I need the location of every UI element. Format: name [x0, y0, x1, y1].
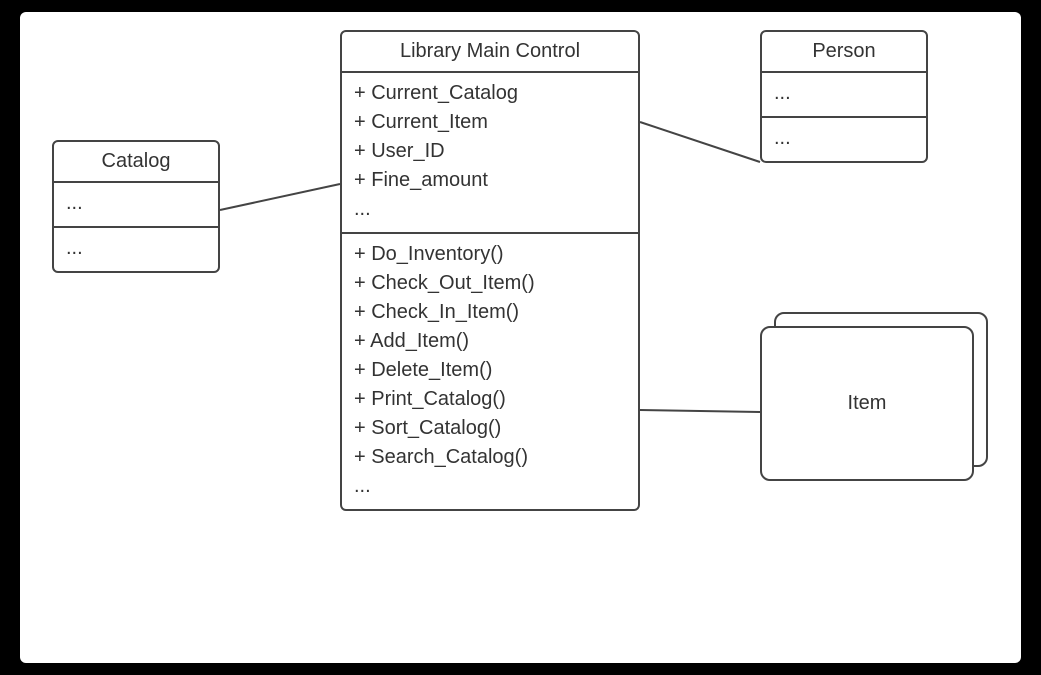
- operations-section: + Do_Inventory() + Check_Out_Item() + Ch…: [342, 232, 638, 509]
- class-catalog: Catalog ... ...: [52, 140, 220, 273]
- operation-ellipsis: ...: [354, 472, 626, 501]
- operation: + Sort_Catalog(): [354, 414, 626, 443]
- attribute-ellipsis: ...: [66, 189, 206, 218]
- assoc-main-item: [640, 410, 760, 412]
- attributes-section: ...: [762, 73, 926, 116]
- attribute: + Fine_amount: [354, 166, 626, 195]
- class-title: Library Main Control: [342, 32, 638, 73]
- class-item: Item: [760, 326, 974, 481]
- operations-section: ...: [54, 226, 218, 271]
- attribute-ellipsis: ...: [774, 79, 914, 108]
- assoc-catalog-main: [220, 184, 340, 210]
- operation: + Search_Catalog(): [354, 443, 626, 472]
- class-title: Catalog: [54, 142, 218, 183]
- operation-ellipsis: ...: [774, 124, 914, 153]
- operation-ellipsis: ...: [66, 234, 206, 263]
- class-item-stack: Item: [760, 312, 990, 482]
- operation: + Check_In_Item(): [354, 298, 626, 327]
- attribute: + Current_Catalog: [354, 79, 626, 108]
- attributes-section: + Current_Catalog + Current_Item + User_…: [342, 73, 638, 232]
- operation: + Print_Catalog(): [354, 385, 626, 414]
- attributes-section: ...: [54, 183, 218, 226]
- class-library-main-control: Library Main Control + Current_Catalog +…: [340, 30, 640, 511]
- class-title: Item: [848, 392, 887, 415]
- operation: + Delete_Item(): [354, 356, 626, 385]
- attribute: + User_ID: [354, 137, 626, 166]
- operations-section: ...: [762, 116, 926, 161]
- class-person: Person ... ...: [760, 30, 928, 163]
- operation: + Do_Inventory(): [354, 240, 626, 269]
- class-title: Person: [762, 32, 926, 73]
- attribute-ellipsis: ...: [354, 195, 626, 224]
- operation: + Add_Item(): [354, 327, 626, 356]
- attribute: + Current_Item: [354, 108, 626, 137]
- uml-canvas: Library Main Control + Current_Catalog +…: [20, 12, 1021, 663]
- assoc-main-person: [640, 122, 760, 162]
- operation: + Check_Out_Item(): [354, 269, 626, 298]
